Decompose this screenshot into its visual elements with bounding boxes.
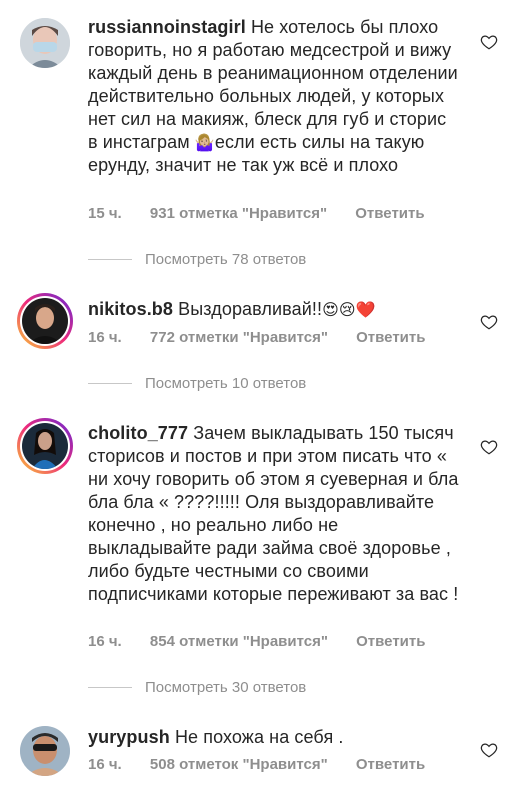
likes-count[interactable]: 508 отметок "Нравится" (150, 756, 328, 773)
emoji: 😍😢❤️ (322, 300, 376, 319)
reply-button[interactable]: Ответить (355, 205, 424, 222)
timestamp: 15 ч. (88, 205, 122, 222)
comment-meta: 15 ч. 931 отметка "Нравится" Ответить (88, 205, 425, 222)
username[interactable]: yurypush (88, 727, 170, 747)
comment-body: Зачем выкладывать 150 тысяч сторисов и п… (88, 423, 459, 604)
likes-count[interactable]: 772 отметки "Нравится" (150, 329, 328, 346)
likes-count[interactable]: 931 отметка "Нравится" (150, 205, 327, 222)
username[interactable]: cholito_777 (88, 423, 188, 443)
comment-meta: 16 ч. 772 отметки "Нравится" Ответить (88, 329, 425, 346)
avatar[interactable] (17, 418, 73, 474)
heart-outline-icon[interactable] (480, 741, 498, 759)
username[interactable]: russiannoinstagirl (88, 17, 246, 37)
avatar-photo (22, 423, 68, 469)
avatar-photo (22, 298, 68, 344)
heart-outline-icon[interactable] (480, 438, 498, 456)
timestamp: 16 ч. (88, 329, 122, 346)
avatar[interactable] (17, 293, 73, 349)
avatar[interactable] (20, 18, 70, 68)
reply-button[interactable]: Ответить (356, 329, 425, 346)
comment-body: Выздоравливай!! (178, 299, 323, 319)
heart-outline-icon[interactable] (480, 313, 498, 331)
comment-text: russiannoinstagirl Не хотелось бы плохо … (88, 16, 460, 177)
comment-meta: 16 ч. 854 отметки "Нравится" Ответить (88, 633, 425, 650)
divider-line (88, 259, 132, 260)
view-replies-label[interactable]: Посмотреть 78 ответов (145, 251, 306, 268)
username[interactable]: nikitos.b8 (88, 299, 173, 319)
comment-text: cholito_777 Зачем выкладывать 150 тысяч … (88, 422, 460, 606)
heart-outline-icon[interactable] (480, 33, 498, 51)
avatar[interactable] (20, 726, 70, 776)
divider-line (88, 383, 132, 384)
comment-text: yurypush Не похожа на себя . (88, 726, 460, 749)
timestamp: 16 ч. (88, 756, 122, 773)
comment-text: nikitos.b8 Выздоравливай!!😍😢❤️ (88, 298, 460, 321)
view-replies-link[interactable]: Посмотреть 30 ответов (88, 679, 306, 696)
comment-body: Не похожа на себя . (174, 727, 344, 747)
view-replies-link[interactable]: Посмотреть 78 ответов (88, 251, 306, 268)
reply-button[interactable]: Ответить (356, 633, 425, 650)
view-replies-link[interactable]: Посмотреть 10 ответов (88, 375, 306, 392)
view-replies-label[interactable]: Посмотреть 10 ответов (145, 375, 306, 392)
comment-meta: 16 ч. 508 отметок "Нравится" Ответить (88, 756, 425, 773)
likes-count[interactable]: 854 отметки "Нравится" (150, 633, 328, 650)
divider-line (88, 687, 132, 688)
reply-button[interactable]: Ответить (356, 756, 425, 773)
view-replies-label[interactable]: Посмотреть 30 ответов (145, 679, 306, 696)
emoji: 🤷🏼‍♀️ (194, 133, 215, 152)
timestamp: 16 ч. (88, 633, 122, 650)
